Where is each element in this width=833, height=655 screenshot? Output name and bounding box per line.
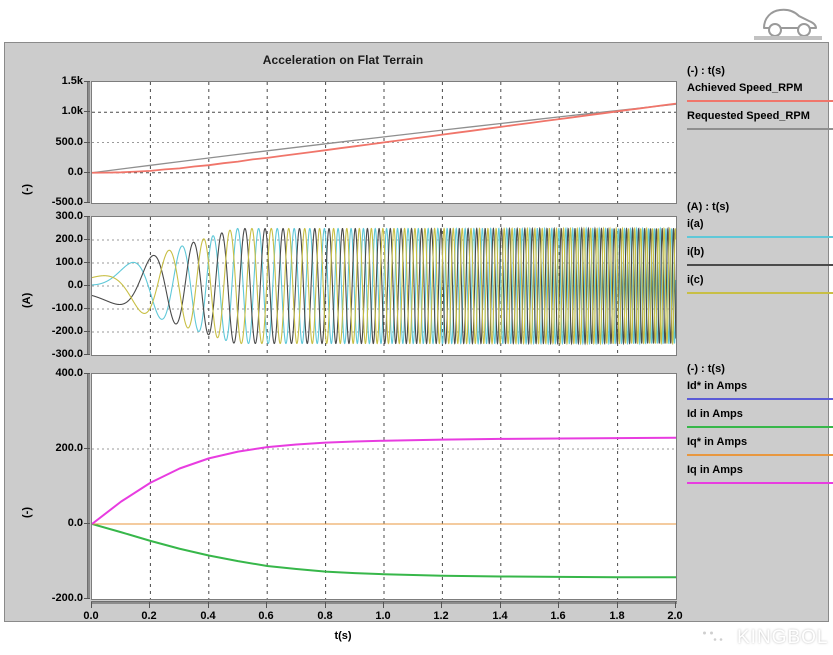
legend-phase-currents: (A) : t(s) i(a) i(b) i(c) (687, 201, 833, 301)
plot1-y-spine (84, 81, 90, 203)
legend-item-id[interactable]: Id in Amps (687, 407, 833, 428)
plot3-y-spine (84, 373, 90, 599)
plot2-ytick-2: 100.0 (55, 256, 83, 268)
plot3-ytick-3: -200.0 (51, 592, 83, 604)
plot3-ytick-1: 200.0 (55, 442, 83, 454)
xtick-5: 1.0 (375, 610, 391, 622)
page-title: Acceleration on Flat Terrain (262, 53, 424, 67)
xtick-0: 0.0 (83, 610, 99, 622)
plot2-y-spine (84, 216, 90, 355)
plot2-ytick-0: 300.0 (55, 210, 83, 222)
legend-swatch-id (687, 426, 833, 428)
plot1-ytick-1: 1.0k (61, 105, 83, 117)
plot-window: Acceleration on Flat Terrain (-) 1.5k 1.… (0, 0, 833, 651)
legend-label-iq-ref: Iq* in Amps (687, 436, 748, 448)
dq-current-plot[interactable] (91, 373, 677, 600)
plot1-ytick-4: -500.0 (51, 196, 83, 208)
legend-label-id: Id in Amps (687, 408, 743, 420)
x-axis-name: t(s) (334, 630, 352, 642)
legend-swatch-requested-speed (687, 128, 833, 130)
xtick-8: 1.6 (550, 610, 566, 622)
speed-plot[interactable] (91, 81, 677, 204)
legend-label-achieved-speed: Achieved Speed_RPM (687, 82, 803, 94)
xtick-4: 0.8 (317, 610, 333, 622)
legend-swatch-id-ref (687, 398, 833, 400)
legend-label-id-ref: Id* in Amps (687, 380, 748, 392)
legend-item-achieved-speed[interactable]: Achieved Speed_RPM (687, 81, 833, 102)
legend-speed-header: (-) : t(s) (687, 65, 725, 77)
legend-item-iq[interactable]: Iq in Amps (687, 463, 833, 484)
legend-label-ic: i(c) (687, 274, 704, 286)
plot3-ytick-0: 400.0 (55, 367, 83, 379)
plot1-ytick-2: 500.0 (55, 136, 83, 148)
legend-item-ib[interactable]: i(b) (687, 245, 833, 266)
plot1-ytick-0: 1.5k (61, 75, 83, 87)
plot2-ytick-6: -300.0 (51, 348, 83, 360)
plot1-y-axis-name: (-) (21, 184, 33, 195)
legend-dq-header: (-) : t(s) (687, 363, 725, 375)
legend-dq-currents: (-) : t(s) Id* in Amps Id in Amps Iq* in… (687, 363, 833, 491)
xtick-1: 0.2 (141, 610, 157, 622)
phase-current-plot[interactable] (91, 216, 677, 356)
xtick-7: 1.4 (492, 610, 508, 622)
legend-swatch-achieved-speed (687, 100, 833, 102)
legend-swatch-iq (687, 482, 833, 484)
legend-label-ib: i(b) (687, 246, 705, 258)
legend-item-id-ref[interactable]: Id* in Amps (687, 379, 833, 400)
plot1-ytick-3: 0.0 (67, 166, 83, 178)
legend-swatch-ib (687, 264, 833, 266)
plot2-ytick-1: 200.0 (55, 233, 83, 245)
legend-label-ia: i(a) (687, 218, 704, 230)
chart-panel: Acceleration on Flat Terrain (-) 1.5k 1.… (4, 42, 833, 651)
legend-item-ic[interactable]: i(c) (687, 273, 833, 294)
watermark: KINGBOL (695, 621, 833, 655)
legend-swatch-iq-ref (687, 454, 833, 456)
car-icon (752, 2, 824, 42)
plot2-ytick-5: -200.0 (51, 325, 83, 337)
xtick-6: 1.2 (433, 610, 449, 622)
watermark-text: KINGBOL (737, 627, 829, 648)
plot2-ytick-4: -100.0 (51, 302, 83, 314)
legend-item-ia[interactable]: i(a) (687, 217, 833, 238)
plot3-ytick-2: 0.0 (67, 517, 83, 529)
legend-swatch-ia (687, 236, 833, 238)
legend-swatch-ic (687, 292, 833, 294)
xtick-2: 0.4 (200, 610, 216, 622)
legend-speed: (-) : t(s) Achieved Speed_RPM Requested … (687, 65, 833, 137)
legend-item-requested-speed[interactable]: Requested Speed_RPM (687, 109, 833, 130)
x-spine (91, 601, 677, 608)
legend-label-iq: Iq in Amps (687, 464, 743, 476)
plot2-ytick-3: 0.0 (67, 279, 83, 291)
xtick-9: 1.8 (609, 610, 625, 622)
wechat-icon (697, 626, 728, 651)
legend-item-iq-ref[interactable]: Iq* in Amps (687, 435, 833, 456)
legend-label-requested-speed: Requested Speed_RPM (687, 110, 810, 122)
legend-phase-header: (A) : t(s) (687, 201, 730, 213)
xtick-3: 0.6 (258, 610, 274, 622)
xtick-10: 2.0 (667, 610, 683, 622)
